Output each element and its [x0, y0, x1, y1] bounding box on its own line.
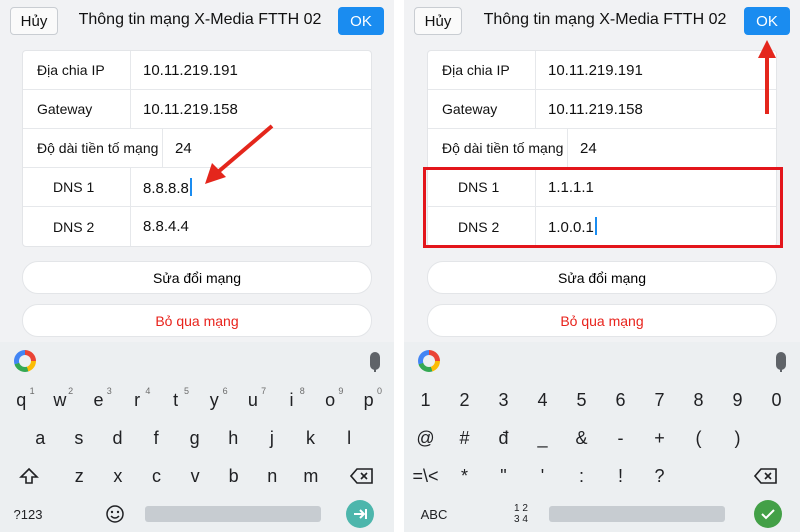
- annotation-arrows: [205, 40, 776, 184]
- arrow-to-dns1: [205, 124, 274, 184]
- arrow-to-ok: [758, 40, 776, 114]
